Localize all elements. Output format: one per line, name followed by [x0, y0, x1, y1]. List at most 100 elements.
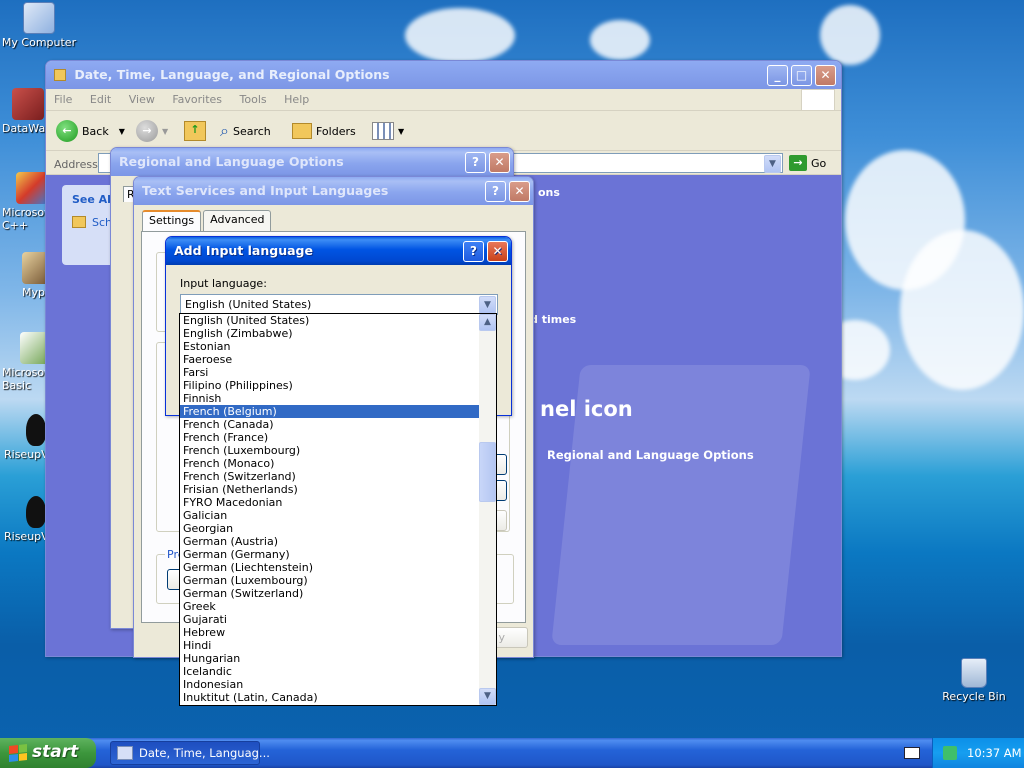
chevron-down-icon[interactable]: ▼ [479, 296, 496, 314]
close-button[interactable]: ✕ [489, 152, 510, 173]
language-option[interactable]: German (Liechtenstein) [180, 561, 479, 574]
language-option[interactable]: German (Luxembourg) [180, 574, 479, 587]
language-option[interactable]: FYRO Macedonian [180, 496, 479, 509]
bird-icon [26, 496, 46, 528]
taskbar: start Date, Time, Languag... 10:37 AM [0, 738, 1024, 768]
language-option[interactable]: German (Switzerland) [180, 587, 479, 600]
menu-edit[interactable]: Edit [90, 93, 111, 106]
language-option[interactable]: Georgian [180, 522, 479, 535]
system-tray: 10:37 AM [932, 738, 1024, 768]
language-option[interactable]: Inuktitut (Latin, Canada) [180, 691, 479, 704]
regional-options-link[interactable]: Regional and Language Options [547, 448, 754, 462]
regional-dialog-titlebar[interactable]: Regional and Language Options ? ✕ [111, 148, 513, 176]
close-button[interactable]: ✕ [509, 181, 530, 202]
language-option[interactable]: French (France) [180, 431, 479, 444]
up-folder-button[interactable]: ↑ [184, 119, 206, 143]
language-option[interactable]: Estonian [180, 340, 479, 353]
combobox-value: English (United States) [185, 298, 312, 311]
language-option[interactable]: Frisian (Netherlands) [180, 483, 479, 496]
go-button[interactable]: → Go [789, 155, 826, 171]
minimize-button[interactable]: _ [767, 65, 788, 86]
scrollbar-thumb[interactable] [479, 442, 496, 502]
menu-view[interactable]: View [129, 93, 155, 106]
help-button[interactable]: ? [465, 152, 486, 173]
start-label: start [32, 742, 79, 762]
language-option[interactable]: French (Switzerland) [180, 470, 479, 483]
language-option[interactable]: French (Canada) [180, 418, 479, 431]
menu-help[interactable]: Help [284, 93, 309, 106]
desktop-icon-label: DataWar [2, 122, 50, 135]
language-option[interactable]: Filipino (Philippines) [180, 379, 479, 392]
language-option[interactable]: Hungarian [180, 652, 479, 665]
add-input-titlebar[interactable]: Add Input language ? ✕ [166, 237, 511, 265]
language-option[interactable]: Indonesian [180, 678, 479, 691]
dialog-title: Add Input language [174, 243, 313, 258]
menu-favorites[interactable]: Favorites [172, 93, 222, 106]
text-services-titlebar[interactable]: Text Services and Input Languages ? ✕ [134, 177, 533, 205]
menu-file[interactable]: File [54, 93, 72, 106]
input-language-label: Input language: [180, 277, 267, 290]
category-heading-fragment: ons [538, 186, 560, 199]
input-language-combobox[interactable]: English (United States) ▼ [180, 294, 498, 315]
language-option[interactable]: French (Monaco) [180, 457, 479, 470]
help-button[interactable]: ? [463, 241, 484, 262]
tab-advanced[interactable]: Advanced [203, 210, 272, 231]
desktop-icon-my-computer[interactable]: My Computer [0, 2, 78, 49]
language-option[interactable]: Finnish [180, 392, 479, 405]
keyboard-icon[interactable] [904, 747, 920, 759]
language-options: English (United States) English (Zimbabwe… [180, 314, 479, 704]
scroll-up-button[interactable]: ▲ [479, 314, 496, 331]
search-icon: ⌕ [220, 121, 229, 140]
go-label: Go [811, 156, 827, 170]
chevron-down-icon: ▼ [118, 126, 125, 136]
control-panel-titlebar[interactable]: Date, Time, Language, and Regional Optio… [46, 61, 841, 89]
views-grid-icon [372, 122, 394, 140]
scroll-down-button[interactable]: ▼ [479, 688, 496, 705]
menu-tools[interactable]: Tools [240, 93, 267, 106]
language-option[interactable]: Faeroese [180, 353, 479, 366]
input-language-dropdown-list[interactable]: English (United States) English (Zimbabwe… [179, 313, 497, 706]
language-option[interactable]: Farsi [180, 366, 479, 379]
tab-settings[interactable]: Settings [142, 210, 202, 231]
back-button[interactable]: ← Back ▼ [56, 119, 125, 143]
close-button[interactable]: ✕ [815, 65, 836, 86]
network-icon[interactable] [943, 746, 957, 760]
help-button[interactable]: ? [485, 181, 506, 202]
language-option[interactable]: Hebrew [180, 626, 479, 639]
language-option[interactable]: French (Luxembourg) [180, 444, 479, 457]
language-option[interactable]: French (Belgium) [180, 405, 479, 418]
desktop-icon-recycle-bin[interactable]: Recycle Bin [935, 658, 1013, 703]
folders-button[interactable]: Folders [292, 119, 356, 143]
task-link-fragment[interactable]: d times [530, 313, 576, 326]
language-option[interactable]: Hindi [180, 639, 479, 652]
forward-arrow-icon: → [136, 120, 158, 142]
address-dropdown-button[interactable]: ▼ [764, 155, 781, 173]
clock[interactable]: 10:37 AM [967, 746, 1022, 760]
recycle-bin-icon [961, 658, 987, 688]
language-option[interactable]: Gujarati [180, 613, 479, 626]
desktop-icon-label: My Computer [1, 36, 77, 49]
taskbar-window-button[interactable]: Date, Time, Languag... [110, 741, 270, 765]
search-button[interactable]: ⌕ Search [220, 119, 271, 143]
close-button[interactable]: ✕ [487, 241, 508, 262]
start-button[interactable]: start [0, 738, 96, 768]
folders-icon [292, 123, 312, 139]
dialog-title: Text Services and Input Languages [142, 183, 389, 198]
scheduled-tasks-icon [72, 216, 86, 228]
taskbar-button-label: Date, Time, Languag... [139, 746, 270, 760]
language-option[interactable]: English (United States) [180, 314, 479, 327]
vertical-scrollbar[interactable]: ▲ ▼ [479, 314, 496, 705]
pick-icon-heading-fragment: nel icon [540, 397, 633, 421]
see-also-item-label: Sch [91, 216, 112, 229]
language-option[interactable]: Greek [180, 600, 479, 613]
language-option[interactable]: Icelandic [180, 665, 479, 678]
see-also-item[interactable]: Sch [72, 216, 112, 229]
language-option[interactable]: English (Zimbabwe) [180, 327, 479, 340]
views-button[interactable]: ▼ [372, 119, 404, 143]
forward-button[interactable]: → ▼ [136, 119, 168, 143]
maximize-button[interactable]: □ [791, 65, 812, 86]
language-option[interactable]: German (Germany) [180, 548, 479, 561]
language-option[interactable]: Galician [180, 509, 479, 522]
language-option[interactable]: German (Austria) [180, 535, 479, 548]
desktop-icon-label: Recycle Bin [942, 690, 1006, 703]
